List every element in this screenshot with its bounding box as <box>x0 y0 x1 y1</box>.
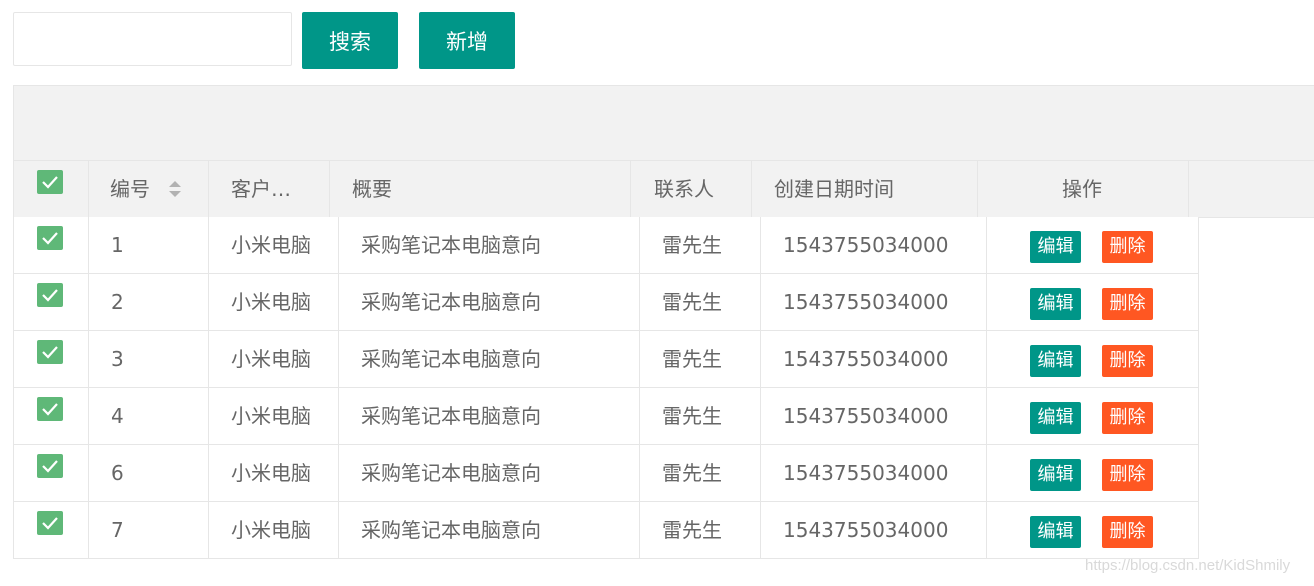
row-checkbox[interactable] <box>37 226 63 250</box>
edit-button[interactable]: 编辑 <box>1030 288 1081 320</box>
edit-button[interactable]: 编辑 <box>1030 402 1081 434</box>
delete-button[interactable]: 删除 <box>1102 288 1153 320</box>
cell-summary: 采购笔记本电脑意向 <box>361 347 541 371</box>
table-row: 3 小米电脑 采购笔记本电脑意向 雷先生 1543755034000 编辑 删除 <box>14 331 1198 388</box>
check-icon <box>42 517 58 530</box>
cell-contact: 雷先生 <box>662 461 722 485</box>
select-all-checkbox[interactable] <box>37 170 63 194</box>
search-input[interactable] <box>13 12 292 66</box>
cell-id: 7 <box>111 518 124 542</box>
sort-icon[interactable] <box>168 180 182 198</box>
cell-created: 1543755034000 <box>783 290 949 314</box>
cell-contact: 雷先生 <box>662 518 722 542</box>
edit-button[interactable]: 编辑 <box>1030 345 1081 377</box>
cell-customer: 小米电脑 <box>231 347 311 371</box>
column-header-actions: 操作 <box>1062 177 1102 201</box>
cell-customer: 小米电脑 <box>231 233 311 257</box>
edit-button[interactable]: 编辑 <box>1030 516 1081 548</box>
table-row: 2 小米电脑 采购笔记本电脑意向 雷先生 1543755034000 编辑 删除 <box>14 274 1198 331</box>
cell-created: 1543755034000 <box>783 404 949 428</box>
search-button[interactable]: 搜索 <box>302 12 398 69</box>
check-icon <box>42 403 58 416</box>
cell-created: 1543755034000 <box>783 233 949 257</box>
cell-created: 1543755034000 <box>783 518 949 542</box>
cell-contact: 雷先生 <box>662 233 722 257</box>
cell-customer: 小米电脑 <box>231 461 311 485</box>
cell-id: 4 <box>111 404 124 428</box>
check-icon <box>42 460 58 473</box>
cell-summary: 采购笔记本电脑意向 <box>361 518 541 542</box>
table-toolbar <box>13 85 1314 160</box>
add-button[interactable]: 新增 <box>419 12 515 69</box>
cell-summary: 采购笔记本电脑意向 <box>361 233 541 257</box>
table-row: 4 小米电脑 采购笔记本电脑意向 雷先生 1543755034000 编辑 删除 <box>14 388 1198 445</box>
delete-button[interactable]: 删除 <box>1102 231 1153 263</box>
edit-button[interactable]: 编辑 <box>1030 231 1081 263</box>
check-icon <box>42 346 58 359</box>
column-header-customer[interactable]: 客户… <box>231 161 291 217</box>
cell-summary: 采购笔记本电脑意向 <box>361 461 541 485</box>
table-row: 6 小米电脑 采购笔记本电脑意向 雷先生 1543755034000 编辑 删除 <box>14 445 1198 502</box>
delete-button[interactable]: 删除 <box>1102 459 1153 491</box>
column-header-id-label: 编号 <box>110 177 150 201</box>
row-checkbox[interactable] <box>37 511 63 535</box>
cell-customer: 小米电脑 <box>231 518 311 542</box>
cell-summary: 采购笔记本电脑意向 <box>361 404 541 428</box>
cell-contact: 雷先生 <box>662 404 722 428</box>
cell-id: 1 <box>111 233 124 257</box>
cell-created: 1543755034000 <box>783 347 949 371</box>
row-checkbox[interactable] <box>37 454 63 478</box>
row-checkbox[interactable] <box>37 283 63 307</box>
table-body: 1 小米电脑 采购笔记本电脑意向 雷先生 1543755034000 编辑 删除… <box>13 217 1199 559</box>
delete-button[interactable]: 删除 <box>1102 345 1153 377</box>
check-icon <box>42 289 58 302</box>
column-header-contact[interactable]: 联系人 <box>654 161 714 217</box>
cell-id: 3 <box>111 347 124 371</box>
delete-button[interactable]: 删除 <box>1102 402 1153 434</box>
table-row: 1 小米电脑 采购笔记本电脑意向 雷先生 1543755034000 编辑 删除 <box>14 217 1198 274</box>
delete-button[interactable]: 删除 <box>1102 516 1153 548</box>
column-header-summary[interactable]: 概要 <box>352 161 392 217</box>
cell-contact: 雷先生 <box>662 290 722 314</box>
check-icon <box>42 176 58 189</box>
row-checkbox[interactable] <box>37 340 63 364</box>
column-header-id[interactable]: 编号 <box>110 161 150 217</box>
cell-id: 2 <box>111 290 124 314</box>
check-icon <box>42 232 58 245</box>
edit-button[interactable]: 编辑 <box>1030 459 1081 491</box>
cell-created: 1543755034000 <box>783 461 949 485</box>
table-header: 编号 客户… 概要 联系人 创建日期时间 操作 <box>13 160 1314 218</box>
cell-summary: 采购笔记本电脑意向 <box>361 290 541 314</box>
cell-contact: 雷先生 <box>662 347 722 371</box>
cell-customer: 小米电脑 <box>231 290 311 314</box>
watermark-text: https://blog.csdn.net/KidShmily <box>1085 557 1291 574</box>
row-checkbox[interactable] <box>37 397 63 421</box>
column-header-created[interactable]: 创建日期时间 <box>774 161 894 217</box>
cell-customer: 小米电脑 <box>231 404 311 428</box>
cell-id: 6 <box>111 461 124 485</box>
table-row: 7 小米电脑 采购笔记本电脑意向 雷先生 1543755034000 编辑 删除 <box>14 502 1198 559</box>
